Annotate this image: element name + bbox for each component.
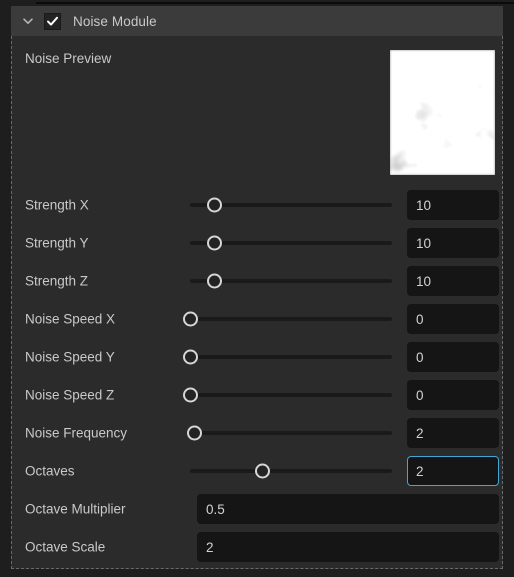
param-row: Strength Z 10: [12, 262, 504, 300]
slider-track[interactable]: [190, 431, 392, 435]
chevron-down-icon[interactable]: [21, 14, 35, 28]
param-slider[interactable]: [182, 385, 402, 405]
param-value-input[interactable]: 0: [407, 342, 499, 372]
slider-track[interactable]: [190, 317, 392, 321]
param-label: Octave Multiplier: [25, 501, 126, 517]
slider-handle[interactable]: [182, 311, 198, 327]
module-content-panel: Noise Preview Strength X 10 Strength Y 1…: [11, 36, 503, 569]
param-row: Octave Multiplier 0.5: [12, 490, 504, 528]
param-value-input[interactable]: 2: [197, 532, 499, 562]
param-slider[interactable]: [190, 195, 402, 215]
param-slider[interactable]: [182, 347, 402, 367]
panel-top-divider: [36, 2, 514, 4]
param-label: Strength Z: [25, 273, 89, 289]
slider-handle[interactable]: [255, 463, 271, 479]
noise-preview-thumbnail: [390, 50, 495, 175]
param-label: Noise Speed Y: [25, 349, 115, 365]
param-slider[interactable]: [186, 423, 402, 443]
param-row: Octave Scale 2: [12, 528, 504, 566]
param-row: Octaves 2: [12, 452, 504, 490]
noise-preview-label: Noise Preview: [25, 51, 112, 66]
param-value-input[interactable]: 10: [407, 266, 499, 296]
slider-track[interactable]: [190, 355, 392, 359]
param-slider[interactable]: [190, 271, 402, 291]
param-row: Strength Y 10: [12, 224, 504, 262]
param-label: Octaves: [25, 463, 75, 479]
param-label: Noise Speed Z: [25, 387, 115, 403]
slider-track[interactable]: [190, 393, 392, 397]
checkmark-icon: [46, 15, 59, 28]
param-row: Strength X 10: [12, 186, 504, 224]
param-value-input[interactable]: 2: [407, 418, 499, 448]
slider-handle[interactable]: [206, 273, 222, 289]
param-label: Octave Scale: [25, 539, 106, 555]
slider-handle[interactable]: [186, 425, 202, 441]
param-row: Noise Speed X 0: [12, 300, 504, 338]
module-title: Noise Module: [73, 13, 157, 29]
module-enabled-checkbox[interactable]: [44, 12, 61, 30]
slider-handle[interactable]: [182, 387, 198, 403]
param-label: Strength Y: [25, 235, 89, 251]
param-slider[interactable]: [190, 461, 402, 481]
param-slider[interactable]: [182, 309, 402, 329]
param-row: Noise Frequency 2: [12, 414, 504, 452]
param-slider[interactable]: [190, 233, 402, 253]
param-value-input[interactable]: 0.5: [197, 494, 499, 524]
param-value-input[interactable]: 0: [407, 304, 499, 334]
slider-handle[interactable]: [206, 235, 222, 251]
param-value-input[interactable]: 2: [407, 456, 499, 486]
param-label: Noise Speed X: [25, 311, 116, 327]
module-header[interactable]: Noise Module: [11, 6, 503, 36]
slider-handle[interactable]: [182, 349, 198, 365]
param-value-input[interactable]: 0: [407, 380, 499, 410]
param-label: Strength X: [25, 197, 89, 213]
param-value-input[interactable]: 10: [407, 228, 499, 258]
param-row: Noise Speed Y 0: [12, 338, 504, 376]
param-value-input[interactable]: 10: [407, 190, 499, 220]
noise-module-panel: Noise Module Noise Preview Strength X 10…: [0, 0, 514, 577]
param-row: Noise Speed Z 0: [12, 376, 504, 414]
slider-track[interactable]: [190, 469, 392, 473]
slider-handle[interactable]: [206, 197, 222, 213]
param-label: Noise Frequency: [25, 425, 128, 441]
